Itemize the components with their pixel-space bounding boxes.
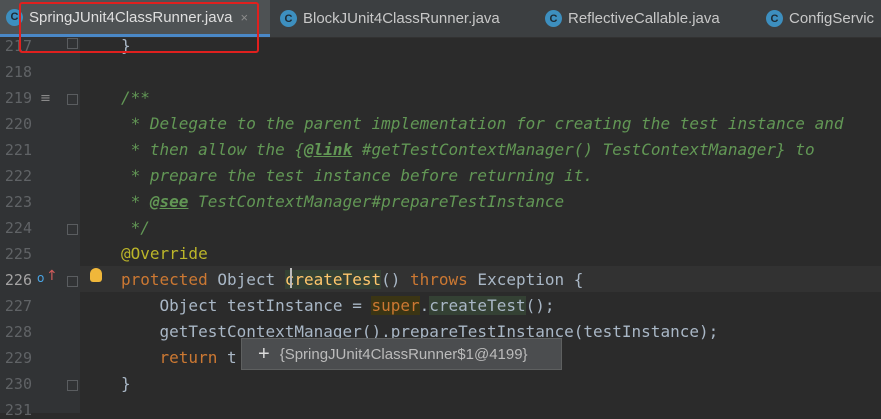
annotation-highlight-box xyxy=(19,2,259,53)
code-line-220: * Delegate to the parent implementation … xyxy=(121,114,844,133)
overrides-method-icon[interactable]: ↑ xyxy=(46,268,58,284)
text-caret xyxy=(290,268,292,288)
tooltip-value: {SpringJUnit4ClassRunner$1@4199} xyxy=(279,345,528,363)
tab-label: ConfigServic xyxy=(789,10,875,27)
fold-marker-icon[interactable] xyxy=(67,276,78,287)
code-line-227: Object testInstance = super.createTest()… xyxy=(121,296,555,315)
line-number: 228 xyxy=(4,323,32,341)
line-number: 218 xyxy=(4,63,32,81)
class-file-icon: C xyxy=(766,10,783,27)
tab-configservice[interactable]: C ConfigServic xyxy=(766,0,874,37)
tab-reflectivecallable[interactable]: C ReflectiveCallable.java xyxy=(545,0,720,37)
code-line-223: * @see TestContextManager#prepareTestIns… xyxy=(121,192,565,211)
code-line-225: @Override xyxy=(121,244,208,263)
class-file-icon: C xyxy=(280,10,297,27)
tab-blockjunit4classrunner[interactable]: C BlockJUnit4ClassRunner.java xyxy=(280,0,500,37)
fold-marker-icon[interactable] xyxy=(67,224,78,235)
code-line-230: } xyxy=(121,374,131,393)
expand-icon[interactable]: + xyxy=(258,343,270,366)
class-file-icon: C xyxy=(545,10,562,27)
rendered-doc-icon[interactable]: ≡ xyxy=(40,91,51,106)
code-line-226: protected Object createTest() throws Exc… xyxy=(121,270,584,289)
line-number: 231 xyxy=(4,401,32,419)
line-number: 229 xyxy=(4,349,32,367)
code-line-222: * prepare the test instance before retur… xyxy=(121,166,594,185)
debug-value-tooltip[interactable]: + {SpringJUnit4ClassRunner$1@4199} xyxy=(241,338,562,370)
line-number: 230 xyxy=(4,375,32,393)
override-marker-icon[interactable]: o xyxy=(37,271,44,285)
fold-marker-icon[interactable] xyxy=(67,94,78,105)
code-line-229: return t xyxy=(121,348,237,367)
code-line-221: * then allow the {@link #getTestContextM… xyxy=(121,140,815,159)
code-line-224: */ xyxy=(121,218,150,237)
fold-marker-icon[interactable] xyxy=(67,380,78,391)
tab-label: BlockJUnit4ClassRunner.java xyxy=(303,10,500,27)
line-number: 221 xyxy=(4,141,32,159)
line-number-current: 226 xyxy=(4,271,32,289)
line-number: 227 xyxy=(4,297,32,315)
tab-label: ReflectiveCallable.java xyxy=(568,10,720,27)
code-line-219: /** xyxy=(121,88,150,107)
line-number: 219 xyxy=(4,89,32,107)
line-number: 220 xyxy=(4,115,32,133)
line-number: 223 xyxy=(4,193,32,211)
line-number: 225 xyxy=(4,245,32,263)
line-number: 222 xyxy=(4,167,32,185)
line-number: 224 xyxy=(4,219,32,237)
